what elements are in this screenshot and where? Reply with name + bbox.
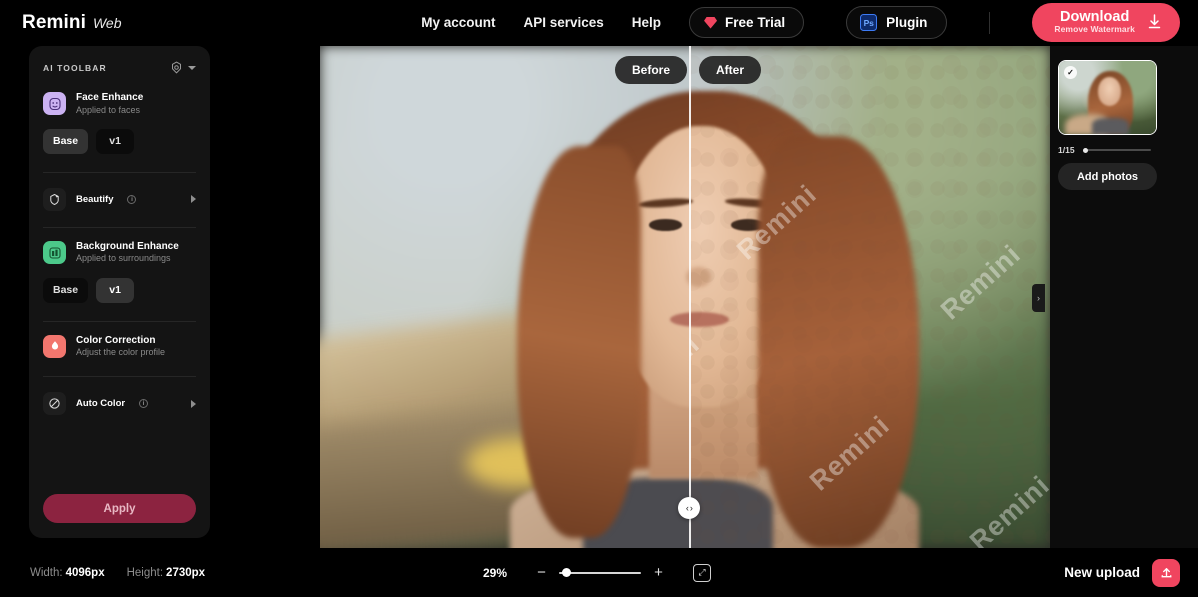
height-key: Height:	[126, 566, 164, 579]
sidebar-title: AI TOOLBAR	[43, 62, 107, 73]
photos-scrollbar[interactable]	[1082, 147, 1151, 153]
top-navigation-bar: Remini Web My account API services Help …	[0, 0, 1198, 45]
zoom-level: 29%	[483, 565, 508, 580]
image-compare-canvas[interactable]: Remini Remini Remini Remini Remini Remin…	[320, 46, 1050, 548]
tool-desc: Adjust the color profile	[76, 347, 166, 357]
add-photos-button[interactable]: Add photos	[1058, 163, 1157, 190]
panel-collapse-button[interactable]: ›	[1032, 284, 1045, 312]
image-dimensions: Width: 4096px Height: 2730px	[30, 567, 205, 579]
tool-background-enhance[interactable]: Background Enhance Applied to surroundin…	[43, 241, 196, 303]
option-beautify[interactable]: Beautify i	[43, 186, 196, 213]
width-readout: Width: 4096px	[30, 567, 105, 579]
height-readout: Height: 2730px	[127, 567, 205, 579]
apply-button[interactable]: Apply	[43, 494, 196, 523]
plugin-button[interactable]: Ps Plugin	[846, 6, 948, 39]
chevron-right-icon	[191, 195, 196, 204]
option-label: Beautify	[76, 193, 114, 205]
new-upload-label[interactable]: New upload	[1064, 565, 1140, 580]
zoom-in-button[interactable]: +	[652, 565, 665, 580]
before-button[interactable]: Before	[615, 56, 688, 84]
download-sublabel: Remove Watermark	[1054, 24, 1135, 35]
ai-toolbar-sidebar: AI TOOLBAR Face Enhance Applied to faces…	[29, 46, 210, 538]
tool-desc: Applied to faces	[76, 104, 141, 115]
nav-api-services[interactable]: API services	[523, 15, 603, 30]
download-icon	[1147, 14, 1162, 30]
gem-icon	[704, 16, 718, 29]
photos-panel: ✓ 1/15 Add photos	[1050, 46, 1198, 548]
variant-base-button[interactable]: Base	[43, 277, 89, 303]
fit-screen-button[interactable]: ⤢	[693, 563, 711, 582]
free-trial-button[interactable]: Free Trial	[689, 7, 805, 38]
nav-links: My account API services Help Free Trial …	[421, 3, 1198, 42]
face-enhance-variants: Base v1	[43, 128, 196, 154]
free-trial-label: Free Trial	[725, 15, 786, 30]
brand-name: Remini	[22, 11, 86, 33]
sidebar-settings-button[interactable]	[170, 61, 196, 74]
no-color-icon	[43, 392, 66, 416]
building-icon	[43, 241, 66, 265]
download-label: Download	[1060, 9, 1130, 26]
bottom-status-bar: Width: 4096px Height: 2730px 29% − + ⤢ New…	[0, 548, 1198, 597]
chevron-right-icon: ›	[1037, 293, 1040, 303]
divider	[43, 226, 196, 228]
option-auto-color[interactable]: Auto Color i	[43, 390, 196, 417]
droplet-icon	[43, 334, 66, 358]
info-icon[interactable]: i	[127, 194, 137, 204]
remini-web-app: Remini Web My account API services Help …	[0, 0, 1198, 597]
download-button[interactable]: Download Remove Watermark	[1032, 3, 1180, 42]
tool-name: Face Enhance	[76, 92, 144, 103]
zoom-out-button[interactable]: −	[535, 565, 548, 580]
fit-screen-icon: ⤢	[698, 567, 706, 577]
sidebar-header: AI TOOLBAR	[43, 61, 196, 74]
nav-help[interactable]: Help	[632, 15, 661, 30]
plugin-label: Plugin	[886, 15, 928, 30]
width-key: Width:	[30, 566, 63, 579]
sparkle-icon	[43, 187, 66, 211]
divider	[43, 320, 196, 322]
tool-name: Background Enhance	[76, 240, 179, 252]
new-upload-button[interactable]	[1152, 558, 1180, 587]
face-icon	[43, 92, 66, 116]
background-enhance-variants: Base v1	[43, 277, 196, 303]
nav-my-account[interactable]: My account	[421, 15, 495, 30]
before-after-toggle: Before After	[615, 56, 762, 84]
variant-v1-button[interactable]: v1	[96, 277, 135, 303]
variant-base-button[interactable]: Base	[43, 128, 89, 154]
chevron-down-icon	[188, 65, 196, 70]
width-value: 4096px	[65, 566, 105, 579]
chevron-right-icon	[191, 399, 196, 408]
chevron-left-icon: ‹	[685, 502, 689, 513]
scrollbar-knob[interactable]	[1082, 147, 1088, 153]
option-label: Auto Color	[76, 398, 126, 410]
compare-slider-handle[interactable]: ‹ ›	[678, 497, 701, 519]
new-upload-group: New upload	[1064, 558, 1180, 587]
brand-suffix: Web	[92, 14, 122, 31]
gear-icon	[170, 61, 183, 74]
zoom-slider[interactable]	[559, 567, 641, 577]
info-icon[interactable]: i	[139, 399, 149, 409]
brand-logo[interactable]: Remini Web	[22, 12, 122, 34]
upload-icon	[1159, 565, 1174, 580]
divider	[43, 171, 196, 173]
zoom-controls: 29% − + ⤢	[483, 563, 711, 582]
compare-divider-line	[689, 46, 692, 548]
height-value: 2730px	[166, 566, 206, 579]
tool-desc: Applied to surroundings	[76, 253, 171, 264]
chevron-right-icon: ›	[689, 502, 693, 513]
divider	[43, 376, 196, 378]
photo-thumbnail[interactable]: ✓	[1058, 60, 1157, 135]
variant-v1-button[interactable]: v1	[96, 128, 135, 154]
selected-check-icon: ✓	[1064, 66, 1077, 79]
photo-counter: 1/15	[1058, 145, 1075, 155]
tool-color-correction[interactable]: Color Correction Adjust the color profil…	[43, 335, 196, 359]
apply-button-wrap: Apply	[43, 494, 196, 538]
photo-counter-row: 1/15	[1058, 145, 1151, 155]
photoshop-icon: Ps	[860, 14, 878, 31]
zoom-slider-knob[interactable]	[562, 567, 571, 577]
nav-divider	[989, 11, 991, 34]
after-button[interactable]: After	[699, 56, 762, 84]
tool-name: Color Correction	[76, 334, 156, 346]
tool-face-enhance[interactable]: Face Enhance Applied to faces Base v1	[43, 92, 196, 154]
